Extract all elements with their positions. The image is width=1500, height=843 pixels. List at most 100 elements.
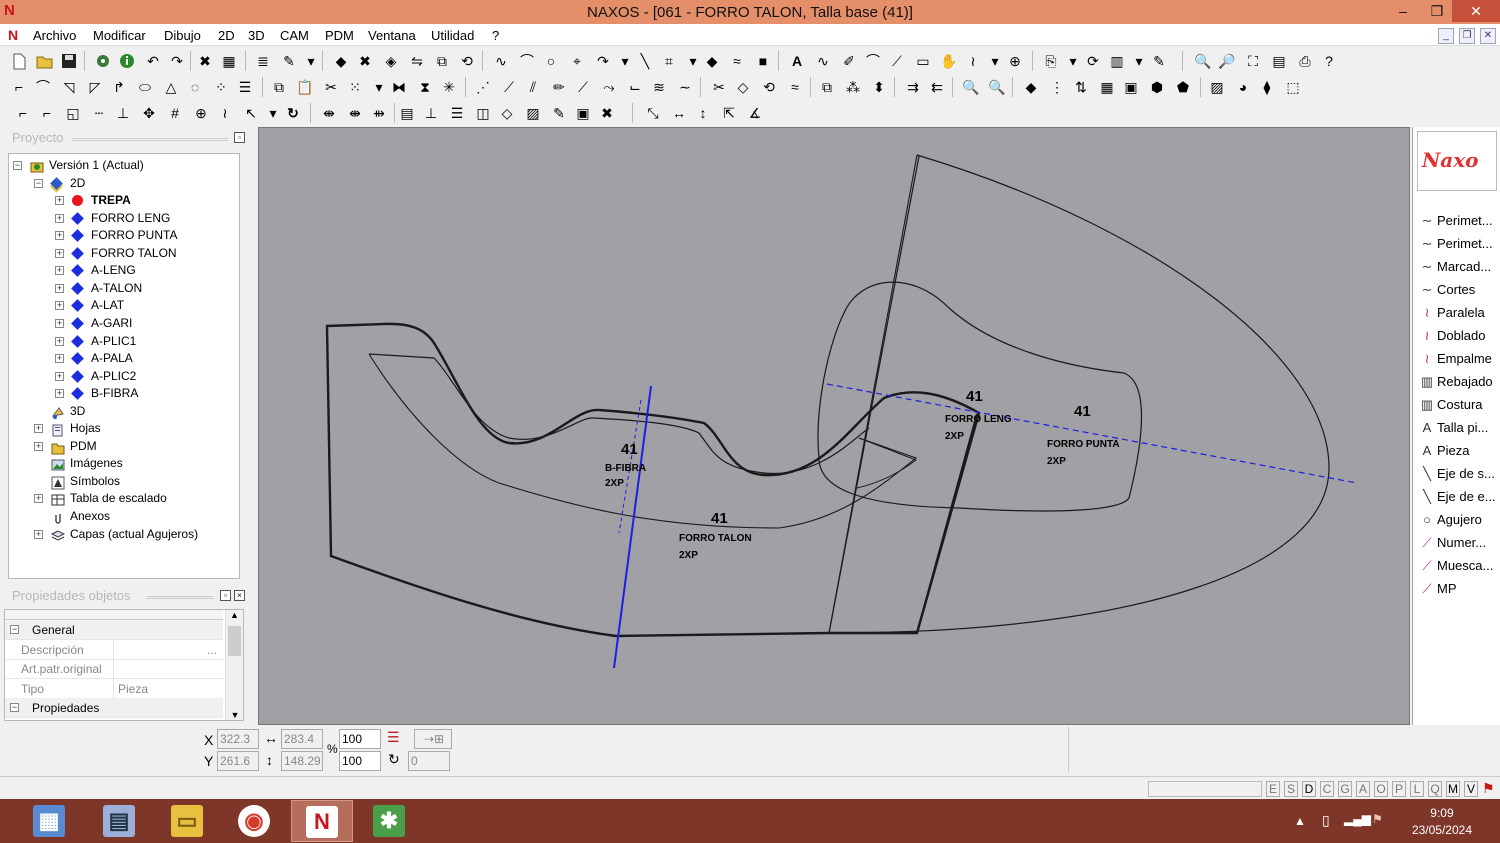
delete-cross-icon[interactable]: ✖ [196, 52, 214, 70]
frame-grey-icon[interactable]: ▣ [574, 104, 592, 122]
dimension-v-icon[interactable]: ↕ [694, 104, 712, 122]
print-icon[interactable]: ⎙ [1296, 52, 1314, 70]
distribute-icon[interactable]: ⇅ [1072, 78, 1090, 96]
dots-icon[interactable]: ⁘ [212, 78, 230, 96]
tool-item[interactable]: ╲ Eje de s... [1417, 463, 1499, 484]
node-tool-icon[interactable]: ⌗ [660, 52, 678, 70]
tree-item[interactable]: + FORRO TALON [9, 245, 239, 262]
tree-item[interactable]: + FORRO PUNTA [9, 227, 239, 244]
tree-item[interactable]: + PDM [9, 438, 239, 455]
status-flag[interactable]: G [1338, 781, 1352, 797]
settings-gear-icon[interactable] [94, 52, 112, 70]
tree-item[interactable]: Símbolos [9, 473, 239, 490]
status-flag[interactable]: L [1410, 781, 1424, 797]
rectangle-tool-icon[interactable]: ▭ [914, 52, 932, 70]
save-icon[interactable] [60, 52, 78, 70]
array-icon[interactable]: ⁙ [346, 78, 364, 96]
redo-icon[interactable]: ↷ [168, 52, 186, 70]
scatter-icon[interactable]: ⁂ [844, 78, 862, 96]
status-flag[interactable]: A [1356, 781, 1370, 797]
y-field[interactable]: 261.6 [217, 751, 259, 771]
tool-item[interactable]: ╲ Eje de e... [1417, 486, 1499, 507]
tree-item[interactable]: − Versión 1 (Actual) [9, 157, 239, 174]
dropdown-arrow-icon[interactable]: ▾ [302, 52, 320, 70]
parallel-lines-icon[interactable]: ☰ [236, 78, 254, 96]
expand-icon[interactable]: + [34, 529, 43, 539]
expand-icon[interactable]: + [34, 494, 43, 504]
twist-tool-icon[interactable]: ≀ [964, 52, 982, 70]
fillet-tool-icon[interactable]: ↷ [594, 52, 612, 70]
arc-tool-icon[interactable]: ⌒ [518, 52, 536, 70]
hook-tool-icon[interactable]: ⌒ [864, 52, 882, 70]
taskbar-naxos[interactable]: N [291, 800, 353, 842]
window-icon[interactable]: ▣ [1122, 78, 1140, 96]
offset-line-icon[interactable]: ⫽ [524, 78, 542, 96]
wave-line-icon[interactable]: ≋ [650, 78, 668, 96]
tool-item[interactable]: ○ Agujero [1417, 509, 1499, 530]
corner-cut-icon[interactable]: ◹ [60, 78, 78, 96]
collapse-icon[interactable]: − [13, 161, 22, 170]
delete-red-icon[interactable]: ✖ [356, 52, 374, 70]
tool-item[interactable]: ⟋ MP [1417, 578, 1499, 599]
menu-archivo[interactable]: Archivo [33, 28, 76, 43]
dashed-line-icon[interactable]: ⋰ [474, 78, 492, 96]
open-folder-icon[interactable] [36, 52, 54, 70]
pen-grey-icon[interactable]: ✎ [550, 104, 568, 122]
seam-icon[interactable]: ≈ [728, 52, 746, 70]
ruler-icon[interactable]: ▤ [1270, 52, 1288, 70]
triangle-icon[interactable]: △ [162, 78, 180, 96]
tree-item[interactable]: + Hojas [9, 420, 239, 437]
expand-icon[interactable]: + [55, 248, 64, 258]
fill-icon[interactable]: ■ [754, 52, 772, 70]
menu-utilidad[interactable]: Utilidad [431, 28, 474, 43]
rotate-icon[interactable]: ⟳ [1084, 52, 1102, 70]
expand-icon[interactable]: + [55, 336, 64, 346]
mdi-restore-button[interactable]: ❐ [1459, 28, 1475, 44]
nest-edit-icon[interactable]: ⇻ [370, 104, 388, 122]
apply-transform-icon[interactable]: ⇢⊞ [414, 729, 452, 749]
shape-grey2-icon[interactable]: ⬟ [1174, 78, 1192, 96]
grid-icon[interactable]: ⋮ [1048, 78, 1066, 96]
undo-icon[interactable]: ↶ [144, 52, 162, 70]
curve-tool-icon[interactable]: ∿ [492, 52, 510, 70]
property-row[interactable]: Tipo Pieza [5, 678, 223, 699]
smooth-icon[interactable]: ≈ [786, 78, 804, 96]
document-logo-icon[interactable]: N [8, 27, 18, 43]
tree-item[interactable]: + A-GARI [9, 315, 239, 332]
scale-y-field[interactable]: 100 [339, 751, 381, 771]
zoom-out-icon[interactable]: 🔎 [1218, 52, 1236, 70]
mirror-icon[interactable]: ⇋ [408, 52, 426, 70]
hatch-grey-icon[interactable]: ▨ [524, 104, 542, 122]
image-icon[interactable]: ▨ [1208, 78, 1226, 96]
tray-arrow-icon[interactable]: ▲ [1294, 814, 1306, 828]
property-group[interactable]: − Propiedades [5, 698, 223, 719]
dropdown-arrow-icon[interactable]: ▾ [1130, 52, 1148, 70]
property-row[interactable]: Descripción... [5, 639, 223, 660]
panel-pin-icon[interactable]: ▫ [220, 590, 231, 601]
pin-red-icon[interactable]: ⊥ [114, 104, 132, 122]
tree-item[interactable]: + Tabla de escalado [9, 490, 239, 507]
tree-item[interactable]: + A-PALA [9, 350, 239, 367]
action-center-icon[interactable]: ⚑ [1372, 812, 1383, 826]
tool-item[interactable]: ∼ Perimet... [1417, 210, 1499, 231]
tree-item[interactable]: + TREPA [9, 192, 239, 209]
wave-tool-icon[interactable]: ∿ [814, 52, 832, 70]
sketch-icon[interactable]: ⤳ [600, 78, 618, 96]
pattern-drawing[interactable]: 41 B-FIBRA 2XP 41 FORRO TALON 2XP 41 FOR… [259, 128, 1411, 726]
corner-left-icon[interactable]: ⌐ [14, 104, 32, 122]
pen-tool-icon[interactable]: ✐ [840, 52, 858, 70]
palette-icon[interactable]: ✎ [280, 52, 298, 70]
mirror-v-icon[interactable]: ⧗ [416, 78, 434, 96]
layers-icon[interactable]: ≣ [254, 52, 272, 70]
measure-icon[interactable]: ⌙ [626, 78, 644, 96]
help-icon[interactable]: ? [1320, 52, 1338, 70]
diamond-grey-icon[interactable]: ◇ [498, 104, 516, 122]
grid-grey-icon[interactable]: ▤ [398, 104, 416, 122]
status-flag[interactable]: D [1302, 781, 1316, 797]
explode-icon[interactable]: ✳ [440, 78, 458, 96]
join-icon[interactable]: ⟲ [760, 78, 778, 96]
menu-help[interactable]: ? [492, 28, 499, 43]
table-icon[interactable]: ▦ [1098, 78, 1116, 96]
trim-icon[interactable]: ✂ [710, 78, 728, 96]
tool-item[interactable]: ∼ Perimet... [1417, 233, 1499, 254]
